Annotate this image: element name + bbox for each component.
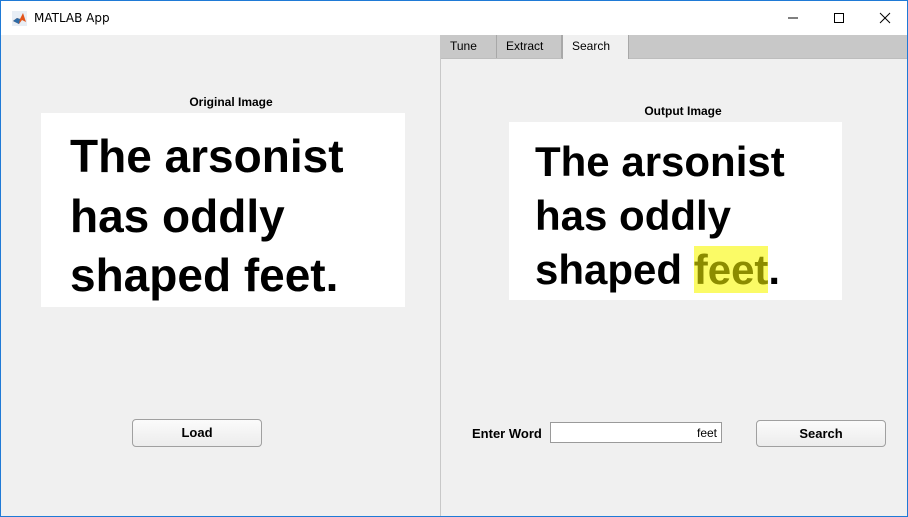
- maximize-icon: [834, 13, 844, 23]
- word-input[interactable]: [550, 422, 722, 443]
- original-image-line-2: has oddly: [70, 190, 285, 242]
- left-panel: Original Image The arsonist has oddly sh…: [1, 35, 441, 516]
- tab-tune[interactable]: Tune: [441, 35, 497, 58]
- highlighted-word: feet: [693, 246, 769, 293]
- minimize-icon: [788, 17, 798, 19]
- tab-search[interactable]: Search: [562, 35, 629, 59]
- tab-bar: Tune Extract Search: [441, 35, 907, 59]
- output-image-line-3-suffix: .: [768, 246, 781, 293]
- right-panel: Tune Extract Search Output Image The ars…: [441, 35, 907, 516]
- load-button[interactable]: Load: [132, 419, 262, 447]
- output-image-title: Output Image: [644, 104, 722, 118]
- output-image-line-1: The arsonist: [535, 138, 785, 185]
- matlab-logo-icon: [12, 11, 27, 26]
- window-title: MATLAB App: [34, 11, 110, 25]
- output-image-axes: The arsonist has oddly shaped feet.: [509, 122, 842, 300]
- original-image-line-3: shaped feet.: [70, 249, 339, 301]
- title-bar: MATLAB App: [1, 1, 907, 35]
- app-content: Original Image The arsonist has oddly sh…: [1, 35, 907, 516]
- original-image-axes: The arsonist has oddly shaped feet.: [41, 113, 405, 307]
- tab-extract[interactable]: Extract: [497, 35, 562, 58]
- original-image-line-1: The arsonist: [70, 130, 344, 182]
- output-image-line-3: shaped feet.: [535, 246, 780, 294]
- app-window: MATLAB App Original Image The arsonist h…: [0, 0, 908, 517]
- maximize-button[interactable]: [816, 1, 862, 35]
- output-image-line-3-prefix: shaped: [535, 246, 694, 293]
- original-image-title: Original Image: [189, 95, 273, 109]
- minimize-button[interactable]: [770, 1, 816, 35]
- output-image-line-2: has oddly: [535, 192, 732, 239]
- enter-word-label: Enter Word: [472, 426, 542, 441]
- close-icon: [879, 12, 891, 24]
- close-button[interactable]: [862, 1, 907, 35]
- search-button[interactable]: Search: [756, 420, 886, 447]
